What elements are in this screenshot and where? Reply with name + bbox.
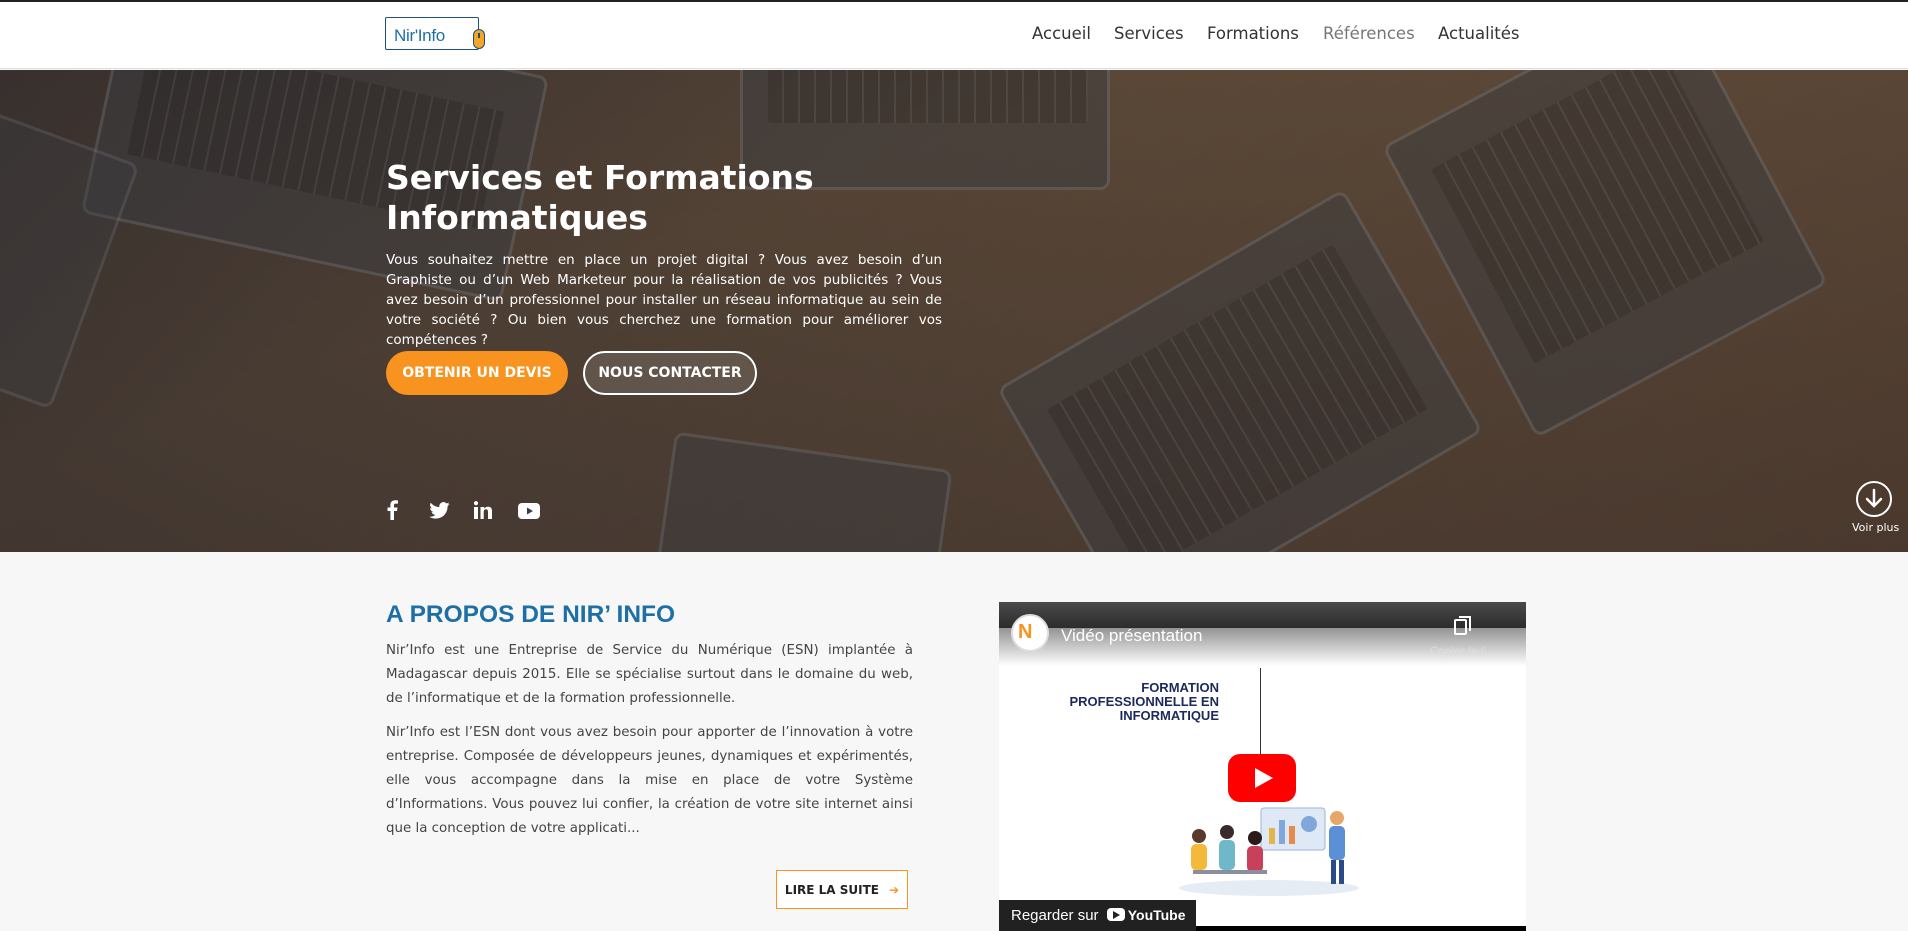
scroll-down-label: Voir plus <box>1852 521 1900 534</box>
facebook-icon[interactable] <box>386 500 398 522</box>
linkedin-icon[interactable] <box>474 501 492 523</box>
copy-icon <box>1454 616 1471 635</box>
background-laptop <box>647 431 953 552</box>
youtube-icon[interactable] <box>518 503 540 525</box>
site-logo[interactable]: Nir'Info <box>385 15 489 53</box>
hero-description: Vous souhaitez mettre en place un projet… <box>386 252 942 348</box>
scroll-down-button[interactable]: Voir plus <box>1852 481 1900 534</box>
arrow-down-circle-icon <box>1856 481 1892 517</box>
read-more-button[interactable]: LIRE LA SUITE ➔ <box>776 870 908 909</box>
nav-services[interactable]: Services <box>1114 24 1184 43</box>
about-heading: A PROPOS DE NIR’ INFO <box>386 601 676 628</box>
nav-accueil[interactable]: Accueil <box>1032 24 1091 43</box>
about-paragraph-1: Nir’Info est une Entreprise de Service d… <box>386 643 913 706</box>
copy-link-button[interactable]: Copier le li... <box>1423 616 1503 658</box>
logo-frame: Nir'Info <box>385 17 479 50</box>
copy-link-label: Copier le li... <box>1429 644 1497 658</box>
get-quote-button[interactable]: OBTENIR UN DEVIS <box>386 351 568 395</box>
training-illustration <box>1179 807 1359 896</box>
hero-title: Services et Formations Informatiques <box>386 158 814 237</box>
watch-on-label: Regarder sur <box>1011 907 1099 924</box>
about-section: A PROPOS DE NIR’ INFO Nir’Info est une E… <box>0 552 1908 931</box>
twitter-icon[interactable] <box>429 502 450 524</box>
hero-banner: Services et Formations Informatiques Vou… <box>0 70 1908 552</box>
channel-avatar[interactable]: N <box>1011 614 1049 652</box>
nav-formations[interactable]: Formations <box>1207 24 1299 43</box>
youtube-logo-icon: YouTube <box>1106 907 1186 923</box>
video-bottom-bar <box>1196 926 1526 931</box>
video-title[interactable]: Vidéo présentation <box>1061 626 1202 646</box>
site-header: Nir'Info Accueil Services Formations Réf… <box>0 2 1908 69</box>
youtube-wordmark: YouTube <box>1127 907 1186 923</box>
thumbnail-decor-line <box>1260 668 1261 758</box>
nav-actualites[interactable]: Actualités <box>1438 24 1520 43</box>
nav-references[interactable]: Références <box>1323 24 1415 43</box>
contact-us-button[interactable]: NOUS CONTACTER <box>583 351 757 395</box>
youtube-video-embed[interactable]: N Vidéo présentation Copier le li... FOR… <box>999 602 1526 931</box>
background-laptop <box>996 188 1484 552</box>
watch-on-youtube-button[interactable]: Regarder sur YouTube <box>999 900 1196 931</box>
thumbnail-heading: FORMATION PROFESSIONNELLE EN INFORMATIQU… <box>1069 680 1219 723</box>
read-more-label: LIRE LA SUITE <box>784 882 879 897</box>
play-button[interactable] <box>1228 754 1296 802</box>
arrow-right-icon: ➔ <box>889 882 900 897</box>
mouse-icon <box>473 29 485 49</box>
about-paragraph-2: Nir’Info est l’ESN dont vous avez besoin… <box>386 725 913 836</box>
logo-text: Nir'Info <box>394 26 445 45</box>
